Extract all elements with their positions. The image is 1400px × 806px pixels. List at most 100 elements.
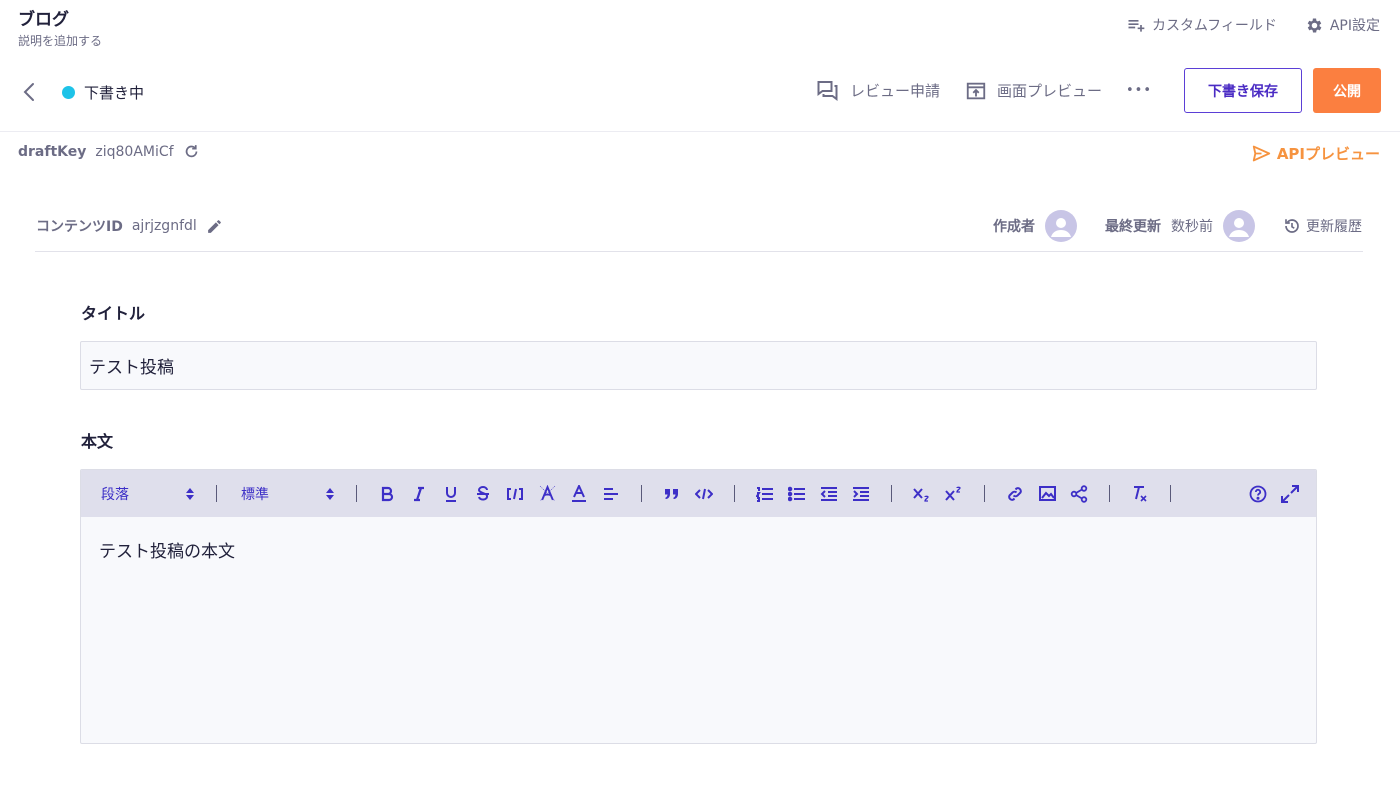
block-format-value: 段落	[101, 486, 129, 503]
playlist-add-icon	[1128, 20, 1145, 32]
toolbar-separator	[734, 485, 735, 502]
person-icon	[1051, 218, 1071, 237]
api-settings-link[interactable]: API設定	[1305, 15, 1380, 35]
status-dot	[62, 86, 75, 99]
embed-button[interactable]	[1069, 484, 1089, 504]
header-divider	[0, 131, 1400, 132]
inline-code-button[interactable]	[505, 484, 525, 504]
api-settings-label: API設定	[1329, 18, 1380, 34]
person-icon	[1229, 218, 1249, 237]
toolbar-separator	[984, 485, 985, 502]
open-in-browser-icon	[966, 82, 986, 99]
clear-format-icon	[1134, 485, 1147, 502]
outdent-icon	[820, 486, 837, 501]
review-request-label: レビュー申請	[849, 82, 940, 100]
font-size-select[interactable]: 標準	[241, 484, 335, 504]
top-links: カスタムフィールド API設定	[1126, 15, 1380, 35]
draft-key-value: ziq80AMiCf	[95, 143, 174, 160]
sort-arrows-icon	[186, 487, 194, 500]
subscript-button[interactable]	[912, 484, 932, 504]
indent-button[interactable]	[851, 484, 871, 504]
pencil-icon[interactable]	[206, 218, 223, 235]
strikethrough-button[interactable]	[473, 484, 493, 504]
inline-code-icon	[507, 487, 523, 500]
author-avatar[interactable]	[1045, 210, 1077, 242]
image-button[interactable]	[1037, 484, 1057, 504]
superscript-button[interactable]	[944, 484, 964, 504]
updated-label: 最終更新	[1105, 219, 1161, 235]
link-icon	[1008, 486, 1022, 501]
font-size-value: 標準	[241, 486, 269, 503]
ordered-list-icon	[756, 486, 773, 502]
highlight-button[interactable]	[537, 484, 557, 504]
meta-divider	[35, 251, 1363, 252]
content-id-label: コンテンツID	[36, 219, 123, 235]
italic-icon	[414, 486, 424, 501]
rich-text-editor: 段落 標準 テスト投稿の本文	[80, 469, 1317, 744]
clear-format-button[interactable]	[1130, 484, 1150, 504]
help-button[interactable]	[1248, 484, 1268, 504]
text-color-button[interactable]	[569, 484, 589, 504]
status-indicator: 下書き中	[62, 82, 144, 103]
updater-avatar[interactable]	[1223, 210, 1255, 242]
align-button[interactable]	[601, 484, 621, 504]
sort-arrows-icon	[326, 487, 334, 500]
screen-preview-button[interactable]: 画面プレビュー	[965, 80, 1102, 102]
action-bar: レビュー申請 画面プレビュー ••• 下書き保存 公開	[815, 68, 1381, 113]
gear-icon	[1307, 18, 1322, 32]
api-title: ブログ	[18, 10, 69, 30]
content-meta: 作成者 最終更新 数秒前 更新履歴	[993, 210, 1362, 242]
publish-button[interactable]: 公開	[1313, 68, 1381, 113]
toolbar-separator	[641, 485, 642, 502]
bullet-list-icon	[788, 486, 805, 501]
review-request-button[interactable]: レビュー申請	[815, 79, 940, 103]
back-button[interactable]	[18, 80, 40, 104]
subscript-icon	[913, 487, 929, 502]
history-label: 更新履歴	[1306, 219, 1362, 235]
ordered-list-button[interactable]	[755, 484, 775, 504]
title-input[interactable]	[80, 341, 1317, 390]
align-left-icon	[604, 487, 618, 500]
image-icon	[1038, 486, 1056, 501]
draft-key-label: draftKey	[18, 143, 87, 160]
indent-icon	[853, 486, 869, 501]
toolbar-separator	[1109, 485, 1110, 502]
code-icon	[695, 488, 713, 499]
refresh-icon[interactable]	[183, 143, 200, 160]
superscript-icon	[945, 486, 961, 501]
expand-icon	[1281, 484, 1299, 503]
toolbar-separator	[891, 485, 892, 502]
editor-toolbar: 段落 標準	[81, 470, 1316, 517]
bullet-list-button[interactable]	[787, 484, 807, 504]
status-label: 下書き中	[84, 84, 145, 102]
chevron-left-icon	[23, 83, 34, 101]
content-id-row: コンテンツID ajrjzgnfdl	[36, 216, 223, 236]
strikethrough-icon	[477, 485, 489, 500]
link-button[interactable]	[1005, 484, 1025, 504]
history-link[interactable]: 更新履歴	[1283, 216, 1362, 236]
custom-field-link[interactable]: カスタムフィールド	[1126, 15, 1277, 35]
italic-button[interactable]	[409, 484, 429, 504]
bold-icon	[381, 486, 394, 501]
fullscreen-button[interactable]	[1280, 484, 1300, 504]
api-preview-link[interactable]: APIプレビュー	[1252, 143, 1380, 164]
underline-button[interactable]	[441, 484, 461, 504]
api-preview-label: APIプレビュー	[1276, 145, 1380, 163]
more-menu-button[interactable]: •••	[1126, 83, 1152, 98]
api-description-link[interactable]: 説明を追加する	[18, 32, 102, 49]
content-id-value: ajrjzgnfdl	[131, 218, 197, 234]
help-circle-icon	[1249, 485, 1267, 502]
share-icon	[1070, 484, 1088, 503]
highlight-icon	[539, 485, 555, 502]
quote-icon	[665, 488, 678, 499]
block-format-select[interactable]: 段落	[101, 484, 195, 504]
bold-button[interactable]	[377, 484, 397, 504]
code-block-button[interactable]	[694, 484, 714, 504]
history-icon	[1285, 219, 1299, 233]
toolbar-separator	[356, 485, 357, 502]
outdent-button[interactable]	[819, 484, 839, 504]
save-draft-button[interactable]: 下書き保存	[1184, 68, 1302, 113]
editor-content[interactable]: テスト投稿の本文	[81, 517, 1316, 582]
custom-field-label: カスタムフィールド	[1151, 18, 1277, 34]
blockquote-button[interactable]	[662, 484, 682, 504]
